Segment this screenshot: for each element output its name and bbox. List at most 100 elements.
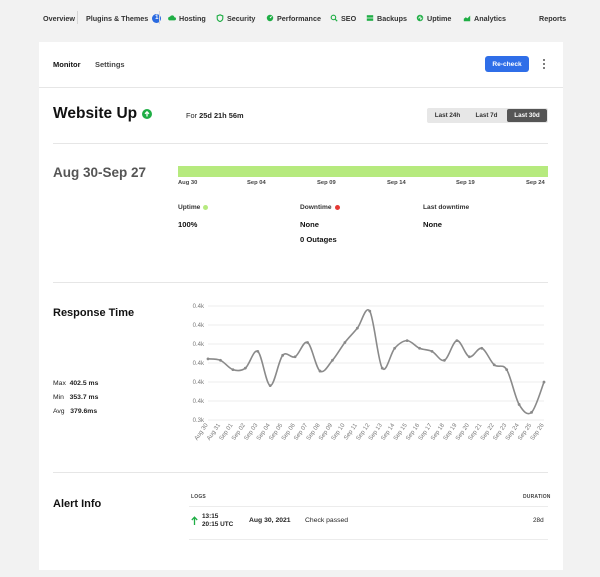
data-point[interactable] [542, 380, 546, 384]
top-nav: Overview Plugins & Themes 1 Hosting Secu… [0, 0, 600, 34]
min-label: Min [53, 394, 64, 401]
arrow-up-circle-icon [142, 109, 153, 119]
search-icon [330, 14, 338, 22]
section-divider [53, 143, 548, 144]
nav-label: Reports [539, 13, 567, 23]
min-value: 353.7 ms [69, 394, 99, 401]
period-label: Aug 30-Sep 27 [53, 165, 147, 180]
nav-label: Overview [43, 13, 75, 23]
y-tick-label: 0.4k [193, 361, 205, 367]
data-point[interactable] [281, 353, 285, 357]
nav-performance[interactable]: Performance [266, 12, 321, 24]
tab-settings[interactable]: Settings [95, 60, 125, 69]
recheck-button[interactable]: Re-check [485, 56, 529, 72]
data-point[interactable] [268, 384, 272, 387]
y-tick-label: 0.4k [193, 399, 205, 405]
data-point[interactable] [480, 346, 484, 350]
y-tick-label: 0.4k [193, 323, 205, 329]
downtime-dot-icon [334, 205, 340, 210]
uptime-card: Monitor Settings Re-check Website Up For… [39, 42, 563, 570]
data-point[interactable] [530, 410, 533, 414]
max-metric: Max 402.5 ms [53, 380, 98, 387]
data-point[interactable] [293, 355, 297, 359]
logs-header: LOGS [191, 494, 206, 500]
data-point[interactable] [380, 366, 384, 370]
nav-label: Analytics [474, 13, 506, 23]
nav-divider [159, 11, 160, 24]
data-point[interactable] [306, 341, 309, 344]
data-point[interactable] [455, 339, 459, 343]
uptime-label: Uptime [178, 204, 201, 211]
section-divider [53, 282, 548, 283]
nav-plugins-themes[interactable]: Plugins & Themes 1 [86, 12, 162, 24]
cloud-icon [168, 15, 176, 21]
uptime-tick: Sep 19 [456, 180, 475, 186]
gauge-icon [266, 14, 274, 22]
header-divider [39, 87, 563, 88]
nav-reports[interactable]: Reports [539, 12, 566, 24]
data-point[interactable] [517, 403, 521, 406]
log-time-utc: 20:15 UTC [202, 521, 234, 528]
y-tick-label: 0.3k [193, 418, 205, 424]
nav-uptime[interactable]: Uptime [416, 12, 451, 24]
tab-monitor[interactable]: Monitor [53, 60, 81, 69]
avg-metric: Avg 379.6ms [53, 408, 97, 415]
uptime-tick: Sep 24 [526, 180, 545, 186]
uptime-tick: Sep 09 [317, 180, 336, 186]
data-point[interactable] [343, 341, 347, 344]
y-tick-label: 0.4k [193, 380, 205, 386]
uptime-dot-icon [203, 205, 209, 210]
last-downtime-label: Last downtime [423, 204, 470, 211]
data-point[interactable] [206, 357, 210, 361]
response-time-chart: 0.4k0.4k0.4k0.4k0.4k0.4k0.3kAug 30Aug 31… [193, 304, 546, 442]
nav-backups[interactable]: Backups [366, 12, 407, 24]
duration-value: 25d 21h 56m [199, 111, 244, 120]
data-point[interactable] [418, 346, 421, 350]
uptime-icon [416, 14, 424, 22]
data-point[interactable] [331, 358, 334, 362]
log-divider [189, 539, 548, 540]
nav-label: Hosting [179, 13, 206, 23]
alert-info-title: Alert Info [53, 498, 102, 510]
max-value: 402.5 ms [69, 380, 99, 387]
data-point[interactable] [243, 366, 247, 370]
nav-analytics[interactable]: Analytics [463, 12, 506, 24]
downtime-label: Downtime [300, 204, 332, 211]
data-point[interactable] [355, 326, 359, 330]
nav-label: Uptime [427, 13, 452, 23]
duration-prefix: For [186, 111, 198, 120]
range-24h[interactable]: Last 24h [429, 109, 466, 122]
data-point[interactable] [405, 339, 409, 343]
data-point[interactable] [467, 355, 471, 359]
data-point[interactable] [231, 368, 235, 372]
data-point[interactable] [492, 363, 496, 367]
data-point[interactable] [256, 349, 260, 353]
nav-hosting[interactable]: Hosting [168, 12, 206, 24]
section-divider [53, 472, 548, 473]
nav-label: SEO [341, 13, 357, 23]
data-point[interactable] [368, 309, 372, 313]
y-tick-label: 0.4k [193, 304, 205, 310]
page-title: Website Up [53, 105, 138, 122]
uptime-duration: For 25d 21h 56m [186, 111, 244, 120]
table-row: 13:15 20:15 UTC Aug 30, 2021 Check passe… [189, 511, 548, 535]
nav-overview[interactable]: Overview [43, 12, 75, 24]
data-point[interactable] [430, 349, 434, 353]
response-time-title: Response Time [53, 307, 135, 319]
nav-label: Plugins & Themes [86, 13, 149, 23]
data-point[interactable] [443, 358, 446, 362]
data-point[interactable] [393, 346, 397, 350]
more-options-icon[interactable] [541, 59, 547, 69]
last-downtime-value: None [423, 220, 442, 229]
data-point[interactable] [318, 369, 322, 373]
uptime-tick: Sep 14 [387, 180, 406, 186]
nav-seo[interactable]: SEO [330, 12, 356, 24]
nav-security[interactable]: Security [216, 12, 255, 24]
log-date: Aug 30, 2021 [249, 517, 291, 524]
data-point[interactable] [219, 358, 222, 362]
range-7d[interactable]: Last 7d [468, 109, 505, 122]
log-divider [189, 506, 548, 507]
range-30d[interactable]: Last 30d [507, 109, 547, 122]
max-label: Max [53, 380, 66, 387]
data-point[interactable] [505, 368, 509, 372]
